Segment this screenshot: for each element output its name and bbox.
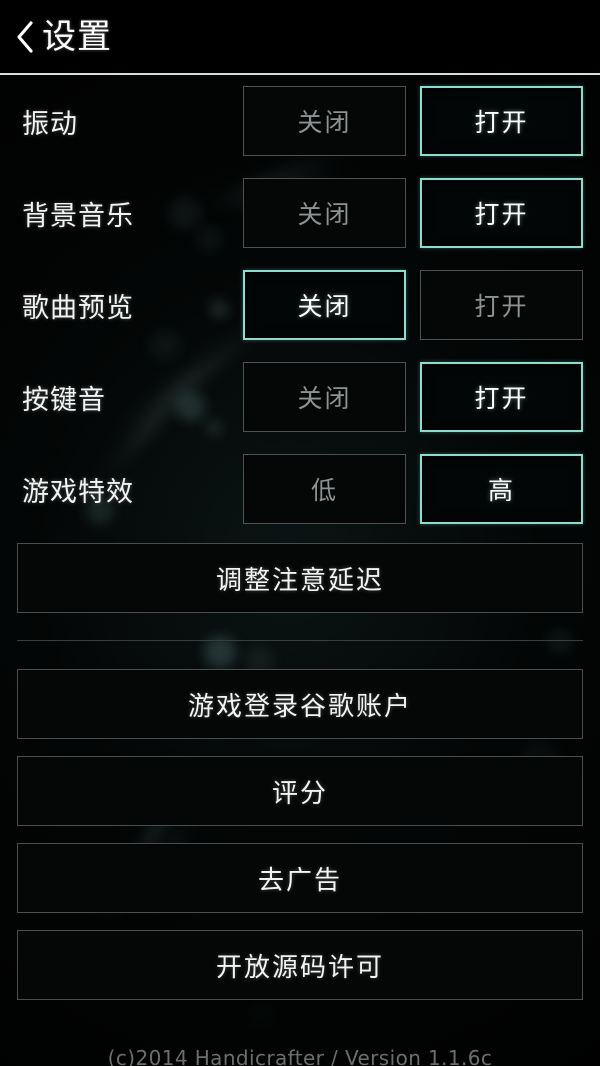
option-song-preview-off[interactable]: 关闭 [243, 270, 406, 340]
version-footer: (c)2014 Handicrafter / Version 1.1.6c [107, 1046, 493, 1066]
rate-button[interactable]: 评分 [17, 756, 583, 826]
remove-ads-button[interactable]: 去广告 [17, 843, 583, 913]
option-group: 关闭 打开 [243, 362, 583, 432]
calibrate-delay-button[interactable]: 调整注意延迟 [17, 543, 583, 613]
page-title: 设置 [42, 16, 112, 57]
app-header: 设置 [0, 0, 600, 75]
open-source-licenses-button[interactable]: 开放源码许可 [17, 930, 583, 1000]
setting-label: 背景音乐 [22, 200, 134, 232]
option-song-preview-on[interactable]: 打开 [420, 270, 583, 340]
setting-row-game-effects: 游戏特效 低 高 [0, 443, 600, 535]
google-login-button[interactable]: 游戏登录谷歌账户 [17, 669, 583, 739]
setting-row-key-sound: 按键音 关闭 打开 [0, 351, 600, 443]
setting-row-vibration: 振动 关闭 打开 [0, 75, 600, 167]
option-game-effects-high[interactable]: 高 [420, 454, 583, 524]
section-divider [17, 640, 583, 641]
setting-label: 游戏特效 [22, 476, 134, 508]
setting-label: 歌曲预览 [22, 292, 134, 324]
settings-content: 振动 关闭 打开 背景音乐 关闭 打开 歌曲预览 关闭 打开 按键音 关闭 打开… [0, 75, 600, 1000]
option-group: 关闭 打开 [243, 178, 583, 248]
option-vibration-off[interactable]: 关闭 [243, 86, 406, 156]
option-vibration-on[interactable]: 打开 [420, 86, 583, 156]
option-game-effects-low[interactable]: 低 [243, 454, 406, 524]
option-group: 低 高 [243, 454, 583, 524]
settings-screen: 设置 振动 关闭 打开 背景音乐 关闭 打开 歌曲预览 关闭 打开 按键音 关闭… [0, 0, 600, 1066]
option-group: 关闭 打开 [243, 270, 583, 340]
back-chevron-icon[interactable] [14, 20, 36, 54]
option-key-sound-off[interactable]: 关闭 [243, 362, 406, 432]
option-key-sound-on[interactable]: 打开 [420, 362, 583, 432]
setting-row-background-music: 背景音乐 关闭 打开 [0, 167, 600, 259]
option-background-music-off[interactable]: 关闭 [243, 178, 406, 248]
setting-row-song-preview: 歌曲预览 关闭 打开 [0, 259, 600, 351]
option-group: 关闭 打开 [243, 86, 583, 156]
option-background-music-on[interactable]: 打开 [420, 178, 583, 248]
setting-label: 振动 [22, 108, 78, 140]
setting-label: 按键音 [22, 384, 106, 416]
